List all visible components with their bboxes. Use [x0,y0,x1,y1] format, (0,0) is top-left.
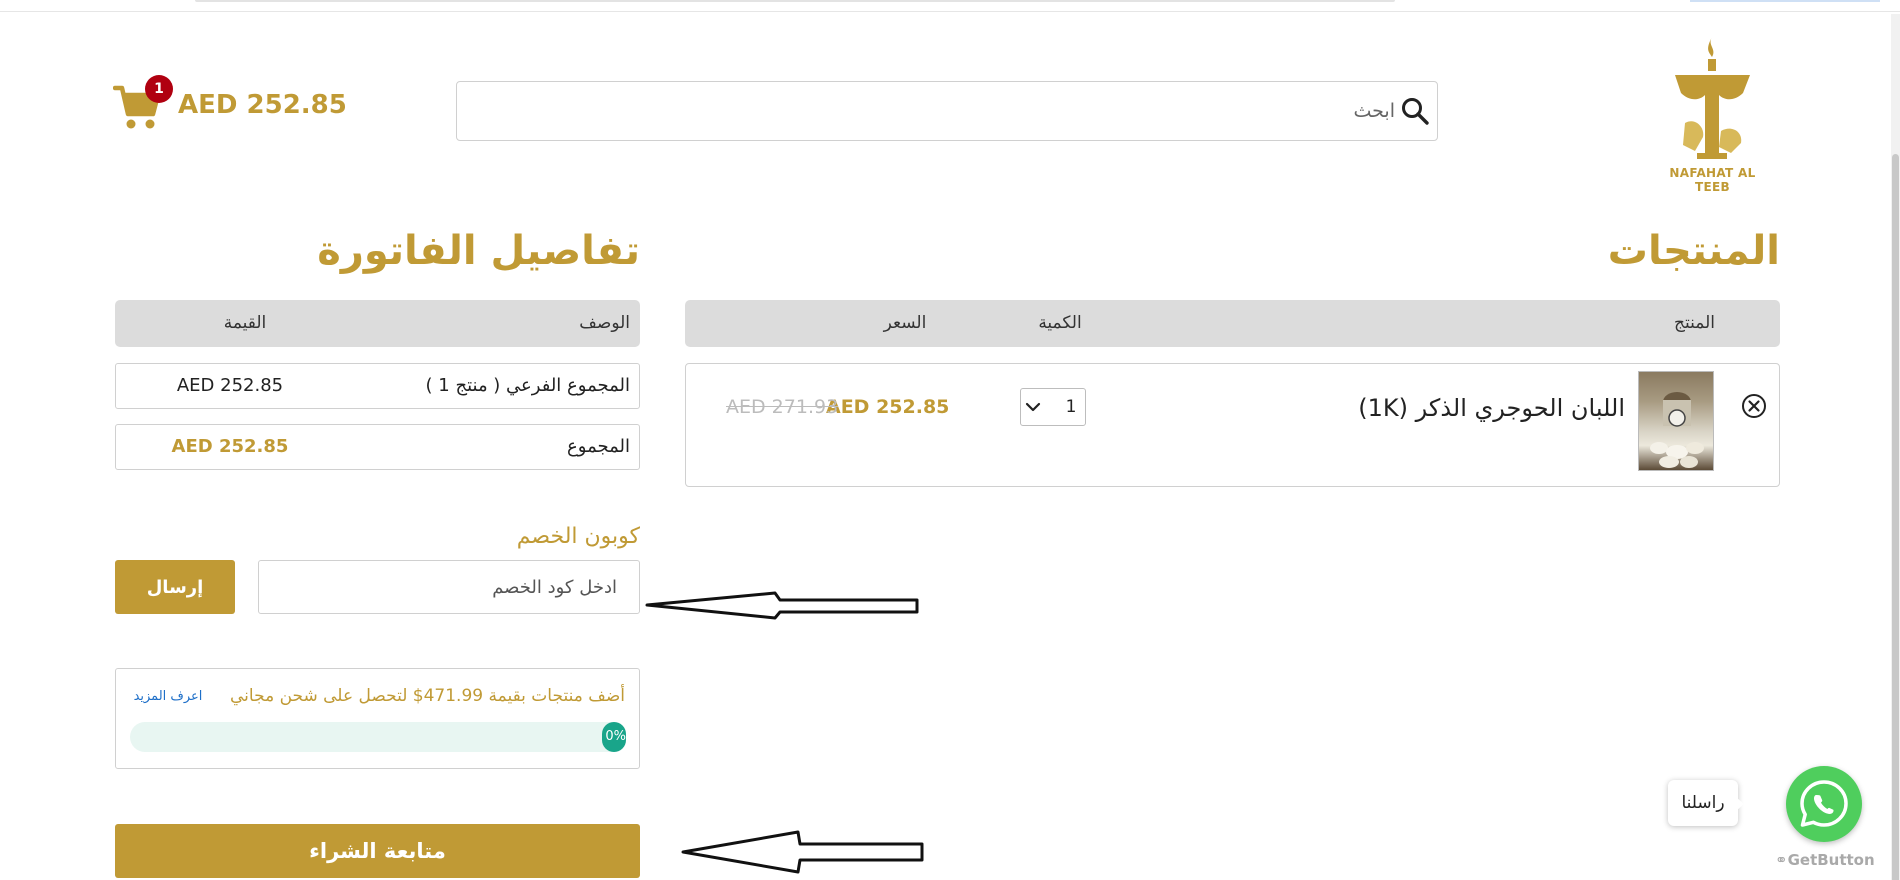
brand-logo-text: NAFAHAT AL TEEB [1669,166,1756,194]
shipping-progress-bar [130,722,625,752]
subtotal-value: AED 252.85 [176,375,284,396]
search-input[interactable] [470,92,1395,130]
invoice-heading: تفاصيل الفاتورة [317,228,640,274]
cart-count-badge: 1 [145,75,173,103]
subtotal-label: المجموع الفرعي ( منتج 1 ) [425,375,630,396]
getbutton-credit[interactable]: ⚭GetButton [1775,851,1875,869]
column-price: السعر [883,313,927,333]
column-value: القيمة [223,313,267,333]
page-scrollbar[interactable] [1891,14,1900,880]
whatsapp-icon [1800,780,1848,827]
getbutton-label: GetButton [1787,851,1875,869]
cart-total[interactable]: AED 252.85 [178,90,347,120]
getbutton-logo-icon: ⚭ [1775,851,1788,869]
product-old-price: AED 271.93 [726,396,839,418]
remove-item-icon[interactable] [1741,393,1767,419]
free-shipping-message: أضف منتجات بقيمة 471.99$ لتحصل على شحن م… [230,686,625,706]
total-value: AED 252.85 [171,436,289,457]
shipping-progress-label: 0% [605,729,626,744]
browser-top-strip [0,0,1900,12]
quantity-value: 1 [1065,397,1077,417]
learn-more-link[interactable]: اعرف المزيد [128,689,208,704]
chevron-down-icon[interactable] [1023,397,1043,417]
product-name[interactable]: اللبان الحوجري الذكر (1K) [1350,394,1625,422]
product-photo-icon [1650,392,1704,468]
coupon-submit-button[interactable]: إرسال [115,560,235,614]
whatsapp-button[interactable] [1786,766,1862,842]
products-heading: المنتجات [1607,228,1780,274]
top-strip-bar [195,0,1395,2]
free-shipping-box [115,668,640,769]
product-row [685,363,1780,487]
product-image[interactable] [1638,371,1714,471]
brand-logo-icon[interactable] [1655,35,1770,180]
annotation-arrow-icon [681,830,924,874]
annotation-arrow-icon [645,591,919,620]
total-label: المجموع [567,436,630,457]
column-description: الوصف [579,313,630,333]
whatsapp-tooltip[interactable]: راسلنا [1668,780,1738,826]
column-product: المنتج [1674,313,1715,333]
checkout-button[interactable]: متابعة الشراء [115,824,640,878]
coupon-heading: كوبون الخصم [516,524,640,549]
top-strip-accent [1690,0,1880,2]
column-quantity: الكمية [1038,313,1082,333]
whatsapp-tooltip-arrow [1736,797,1744,811]
search-icon[interactable] [1400,96,1430,126]
product-price: AED 252.85 [826,396,950,418]
coupon-code-input[interactable] [258,560,640,614]
scrollbar-thumb[interactable] [1892,154,1899,880]
